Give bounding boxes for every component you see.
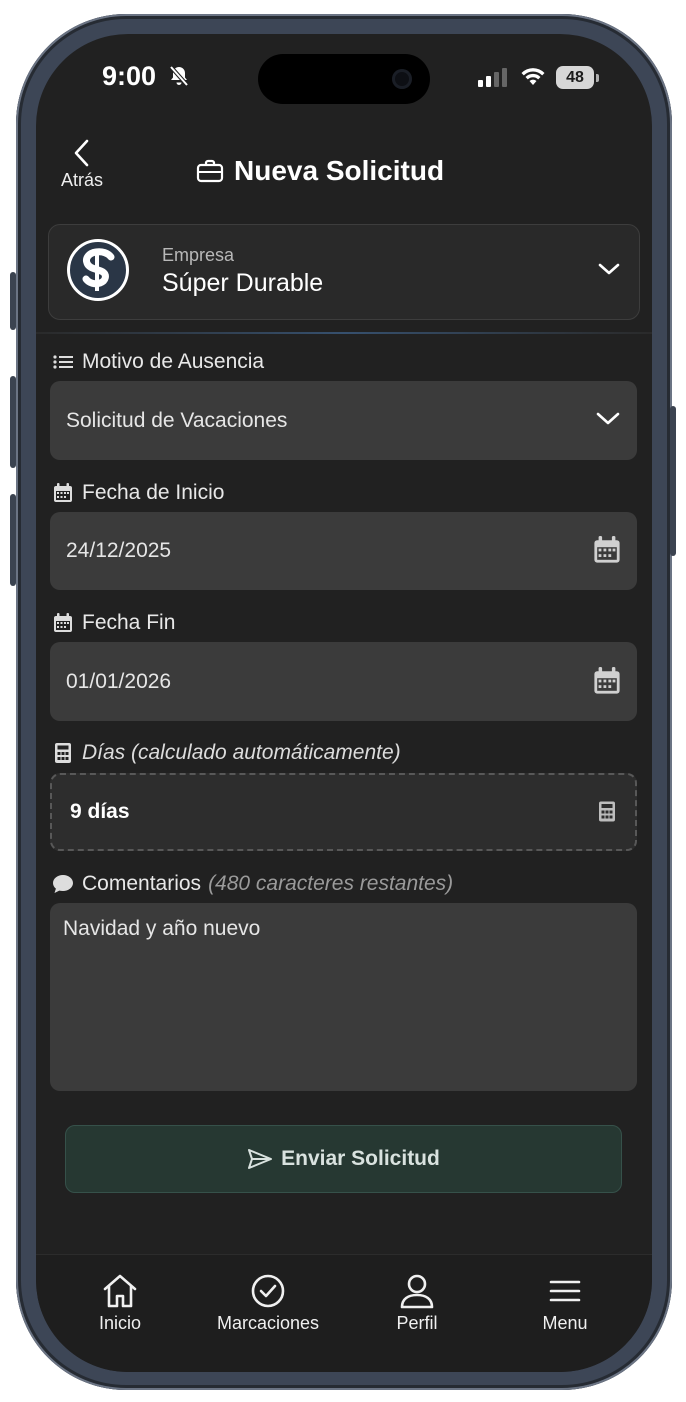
- tab-marcaciones-label: Marcaciones: [216, 1313, 320, 1333]
- calendar-icon[interactable]: [593, 536, 621, 564]
- comment-icon: [53, 875, 73, 893]
- back-label: Atrás: [60, 170, 103, 190]
- calendar-icon[interactable]: [593, 667, 621, 695]
- submit-label: Enviar Solicitud: [281, 1147, 440, 1170]
- submit-button[interactable]: Enviar Solicitud: [65, 1125, 622, 1193]
- bell-muted-icon: [169, 65, 189, 87]
- chevron-left-icon: [74, 139, 89, 167]
- dynamic-island: [258, 54, 430, 104]
- action-button: [10, 272, 16, 330]
- tab-inicio-label: Inicio: [98, 1313, 142, 1333]
- comentarios-textarea[interactable]: Navidad y año nuevo: [50, 903, 637, 1091]
- fecha-inicio-label-text: Fecha de Inicio: [82, 481, 225, 504]
- fecha-fin-input[interactable]: 01/01/2026: [50, 642, 637, 721]
- calendar-icon: [54, 613, 72, 632]
- motivo-label-text: Motivo de Ausencia: [82, 350, 265, 373]
- fecha-inicio-value: 24/12/2025: [66, 539, 172, 562]
- back-button[interactable]: Atrás: [52, 138, 112, 198]
- volume-down-button: [10, 494, 16, 586]
- calendar-icon: [54, 483, 72, 502]
- battery-indicator: 48: [556, 66, 594, 89]
- wifi-icon: [521, 68, 545, 85]
- tab-perfil[interactable]: Perfil: [343, 1273, 491, 1334]
- status-time: 9:00: [102, 61, 157, 91]
- dias-value: 9 días: [70, 800, 130, 823]
- char-counter: (480 caracteres restantes): [208, 872, 454, 895]
- motivo-value: Solicitud de Vacaciones: [66, 409, 288, 432]
- calculator-icon: [55, 743, 71, 763]
- tab-menu-label: Menu: [542, 1313, 588, 1333]
- user-icon: [400, 1274, 434, 1309]
- tab-menu[interactable]: Menu: [491, 1273, 639, 1334]
- comentarios-label: Comentarios (480 caracteres restantes): [52, 872, 453, 896]
- volume-up-button: [10, 376, 16, 468]
- list-icon: [53, 355, 73, 369]
- motivo-label: Motivo de Ausencia: [52, 350, 264, 374]
- chevron-down-icon: [596, 412, 620, 425]
- tab-inicio[interactable]: Inicio: [46, 1273, 194, 1334]
- power-button: [670, 406, 676, 556]
- tab-perfil-label: Perfil: [396, 1313, 438, 1333]
- fecha-inicio-input[interactable]: 24/12/2025: [50, 512, 637, 590]
- page-title: Nueva Solicitud: [196, 155, 444, 187]
- calculator-icon: [599, 801, 615, 822]
- company-selector[interactable]: Empresa Súper Durable: [48, 224, 640, 320]
- fecha-fin-value: 01/01/2026: [66, 670, 172, 693]
- company-label: Empresa: [162, 245, 235, 265]
- dias-display: 9 días: [50, 773, 637, 851]
- hamburger-icon: [549, 1280, 581, 1302]
- motivo-select[interactable]: Solicitud de Vacaciones: [50, 381, 637, 460]
- company-name: Súper Durable: [162, 269, 324, 297]
- fecha-fin-label: Fecha Fin: [52, 611, 175, 635]
- screen: 9:00 48 Atrás Nueva Solicitud Empresa Sú…: [36, 34, 652, 1372]
- bottom-tab-bar: Inicio Marcaciones Perfil Menu: [36, 1254, 652, 1372]
- dias-label: Días (calculado automáticamente): [52, 741, 401, 765]
- battery-nub: [596, 74, 599, 82]
- home-icon: [103, 1274, 137, 1308]
- dias-label-text: Días (calculado automáticamente): [82, 741, 401, 764]
- fecha-inicio-label: Fecha de Inicio: [52, 481, 224, 505]
- signal-icon: [478, 68, 507, 87]
- fecha-fin-label-text: Fecha Fin: [82, 611, 176, 634]
- page-title-text: Nueva Solicitud: [234, 155, 445, 186]
- comentarios-label-text: Comentarios: [82, 872, 202, 895]
- chevron-down-icon: [598, 263, 620, 275]
- check-circle-icon: [251, 1274, 285, 1308]
- briefcase-icon: [196, 159, 224, 183]
- tab-marcaciones[interactable]: Marcaciones: [194, 1273, 342, 1334]
- company-logo: [67, 239, 129, 301]
- section-divider: [36, 332, 652, 334]
- send-icon: [248, 1149, 273, 1169]
- comentarios-value: Navidad y año nuevo: [63, 917, 261, 940]
